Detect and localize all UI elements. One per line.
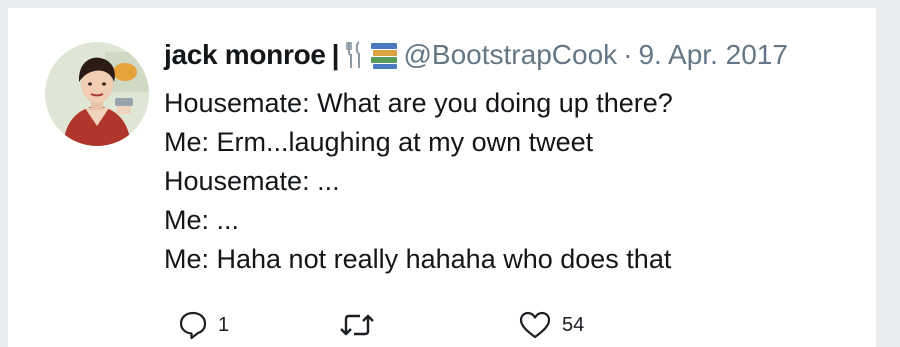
author-handle[interactable]: @BootstrapCook <box>404 38 618 72</box>
header-dot: · <box>623 39 633 70</box>
avatar-image <box>45 42 149 146</box>
reply-icon <box>179 311 207 340</box>
avatar[interactable] <box>45 42 149 146</box>
tweet-text: Housemate: What are you doing up there? … <box>164 84 673 279</box>
tweet-line: Me: ... <box>164 205 240 235</box>
like-count: 54 <box>562 313 585 336</box>
heart-icon <box>519 311 551 339</box>
tweet-line: Me: Erm...laughing at my own tweet <box>164 127 594 157</box>
retweet-icon <box>340 314 374 336</box>
tweet-actions: 1 54 <box>164 310 764 346</box>
tweet-line: Housemate: What are you doing up there? <box>164 88 673 118</box>
tweet-header: jack monroe | @BootstrapCook · 9. Apr. 2… <box>164 38 788 72</box>
name-separator: | <box>331 39 340 70</box>
author-name[interactable]: jack monroe <box>164 38 326 72</box>
books-icon <box>370 40 398 70</box>
retweet-button[interactable] <box>338 310 386 340</box>
reply-count: 1 <box>218 313 230 336</box>
tweet-card[interactable]: jack monroe | @BootstrapCook · 9. Apr. 2… <box>8 8 876 347</box>
fork-and-knife-icon <box>345 40 364 70</box>
reply-button[interactable]: 1 <box>178 310 229 340</box>
tweet-date[interactable]: 9. Apr. 2017 <box>638 38 787 72</box>
tweet-line: Me: Haha not really hahaha who does that <box>164 244 672 274</box>
tweet-line: Housemate: ... <box>164 166 340 196</box>
like-button[interactable]: 54 <box>518 310 584 340</box>
